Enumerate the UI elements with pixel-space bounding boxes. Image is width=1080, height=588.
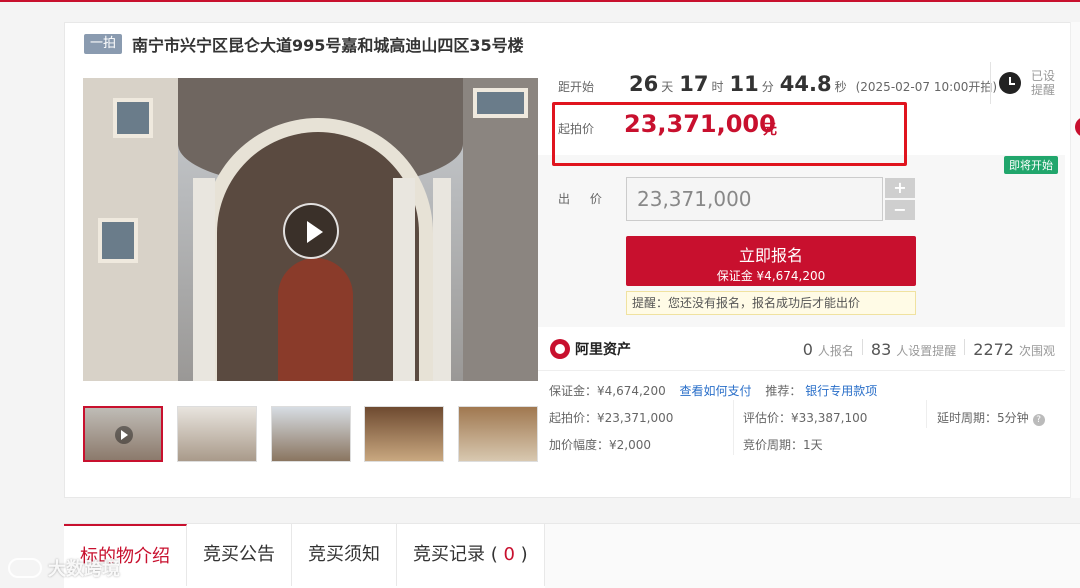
how-to-pay-link[interactable]: 查看如何支付 [680,384,752,398]
help-icon[interactable]: ? [1032,414,1045,426]
countdown-minutes-unit: 分 [761,80,774,94]
photo-column [193,178,215,381]
thumbnail-image[interactable] [458,406,538,462]
views-label: 次围观 [1018,344,1055,358]
start-price-value: 23,371,000 [624,110,776,138]
extension-info: 延时周期：5分钟? [937,409,1045,426]
platform-logo[interactable]: 阿里资产 [550,339,631,359]
signup-deposit: 保证金 ¥4,674,200 [716,269,826,283]
platform-name: 阿里资产 [575,342,631,358]
deposit-info: 保证金：¥4,674,200 [549,384,666,398]
tabs-filler [544,524,1080,588]
tab-bid-records-label: 竞买记录 ( [413,544,498,565]
page-title: 南宁市兴宁区昆仑大道995号嘉和城高迪山四区35号楼 [132,36,524,55]
reminders-label: 人设置提醒 [896,344,957,358]
alarm-clock-icon [999,72,1021,94]
info-divider [733,400,734,455]
right-sidebar-edge [1070,22,1080,498]
countdown-hours-unit: 时 [711,80,724,94]
photo-window [98,218,138,263]
reminders-count: 83 [870,340,892,359]
watermark-logo-icon [8,558,42,578]
play-video-icon[interactable] [283,203,339,259]
photo-column [433,178,451,381]
countdown-seconds-unit: 秒 [834,80,847,94]
bank-payment-link[interactable]: 银行专用款项 [805,384,877,398]
thumbnail-video[interactable] [83,406,163,462]
photo-door [278,258,353,381]
ali-logo-icon [550,339,570,359]
top-accent-line [0,0,1080,2]
appraisal-info: 评估价：¥33,387,100 [743,411,868,425]
countdown-seconds: 44.8 [779,72,832,96]
auction-round-badge: 一拍 [84,34,123,54]
registrants-label: 人报名 [817,344,854,358]
views-count: 2272 [973,340,1014,359]
extension-text: 延时周期：5分钟 [937,411,1029,425]
bid-input[interactable]: 23,371,000 [626,177,883,221]
signup-label: 立即报名 [738,246,803,265]
thumbnail-strip [83,406,538,464]
recommend-label: 推荐： [765,384,802,398]
photo-column [393,178,415,381]
stats-divider [861,339,863,355]
title-row: 一拍 南宁市兴宁区昆仑大道995号嘉和城高迪山四区35号楼 [84,33,524,55]
increment-info: 加价幅度：¥2,000 [549,438,651,452]
tab-bid-records[interactable]: 竞买记录 ( 0 ) [397,524,545,586]
stats-divider [964,339,966,355]
countdown-label: 距开始 [558,80,595,94]
deposit-row: 保证金：¥4,674,200 查看如何支付 推荐： 银行专用款项 [549,382,877,399]
info-divider [926,400,927,428]
registrants-count: 0 [802,340,813,359]
reminder-label: 已设提醒 [1031,69,1056,97]
thumbnail-image[interactable] [364,406,445,462]
decrease-bid-button[interactable]: − [885,200,915,220]
thumbnail-image[interactable] [270,406,351,462]
increase-bid-button[interactable]: + [885,178,915,198]
photo-window [113,98,153,138]
signup-tip: 提醒：您还没有报名，报名成功后才能出价 [626,291,916,315]
start-price-label: 起拍价 [558,122,595,136]
bid-records-count: 0 [503,544,515,565]
main-photo[interactable] [83,78,538,381]
start-price-unit: 元 [763,122,777,138]
countdown-days: 26 [629,72,659,96]
auction-stats: 0 人报名 83 人设置提醒 2272 次围观 [803,339,1055,359]
start-price-info: 起拍价：¥23,371,000 [549,411,674,425]
photo-wall-right [463,78,538,381]
photo-window [473,88,528,118]
platform-row: 阿里资产 0 人报名 83 人设置提醒 2272 次围观 [538,327,1065,371]
tab-announcement[interactable]: 竞买公告 [187,524,292,586]
watermark-text: 大数跨境 [48,559,120,580]
countdown: 距开始 26 天 17 时 11 分 44.8 秒 (2025-02-07 10… [558,72,997,100]
detail-tabs: 标的物介绍 竞买公告 竞买须知 竞买记录 ( 0 ) [64,523,1080,588]
countdown-hours: 17 [679,72,709,96]
status-badge: 即将开始 [1004,156,1058,174]
cycle-info: 竞价周期：1天 [743,438,823,452]
signup-button[interactable]: 立即报名 保证金 ¥4,674,200 [626,236,916,286]
tab-bid-records-close: ) [520,544,528,565]
thumbnail-image[interactable] [176,406,257,462]
tab-notice[interactable]: 竞买须知 [292,524,397,586]
watermark: 大数跨境 [8,555,120,581]
play-icon [115,426,133,444]
countdown-days-unit: 天 [661,80,674,94]
reminder-button[interactable]: 已设提醒 [990,62,1065,104]
countdown-minutes: 11 [729,72,759,96]
start-time: (2025-02-07 10:00开拍) [855,80,998,94]
bid-label: 出 价 [558,192,610,206]
